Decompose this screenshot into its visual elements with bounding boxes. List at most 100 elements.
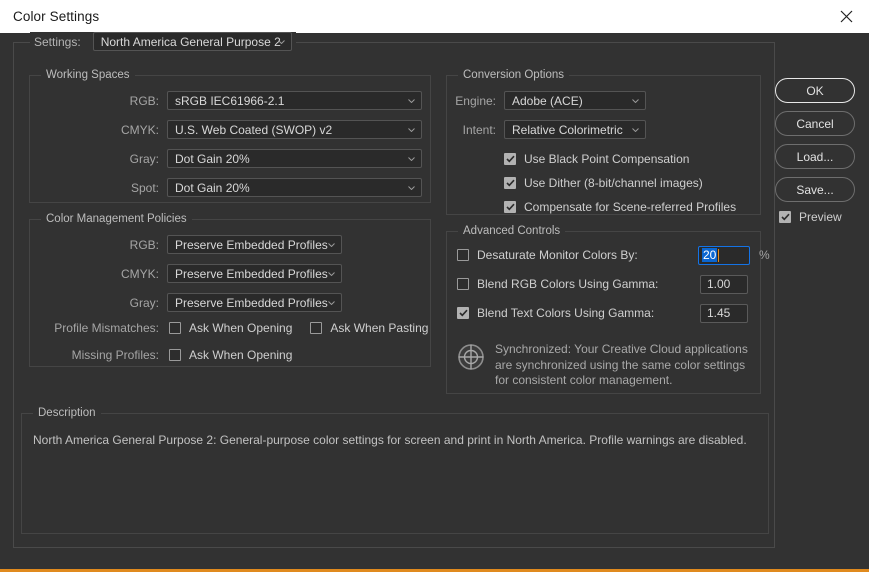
policy-value-gray: Preserve Embedded Profiles [175,295,328,310]
policy-row-gray: Gray: Preserve Embedded Profiles [30,293,430,312]
chevron-down-icon [328,300,335,305]
settings-preset-select[interactable]: North America General Purpose 2 [92,32,292,51]
dither-row: Use Dither (8-bit/channel images) [504,176,703,190]
checkbox-preview[interactable] [779,211,791,223]
chevron-down-icon [408,98,415,103]
scene-referred-row: Compensate for Scene-referred Profiles [504,200,736,214]
checkbox-compensate-scene-referred[interactable] [504,201,516,213]
settings-preset-row: Settings: North America General Purpose … [30,32,296,51]
policy-value-cmyk: Preserve Embedded Profiles [175,266,328,281]
ok-button[interactable]: OK [775,78,855,103]
input-blend-text-gamma-value: 1.45 [707,306,731,320]
working-space-value-spot: Dot Gain 20% [175,180,250,195]
working-spaces-group: Working Spaces RGB: sRGB IEC61966-2.1 CM… [29,69,431,203]
engine-value: Adobe (ACE) [512,93,583,108]
label-blend-rgb-gamma: Blend RGB Colors Using Gamma: [477,277,659,291]
engine-select[interactable]: Adobe (ACE) [504,91,646,110]
label-ask-when-pasting: Ask When Pasting [330,321,429,335]
label-blend-text-gamma: Blend Text Colors Using Gamma: [477,306,655,320]
working-space-label-gray: Gray: [129,151,159,166]
close-button[interactable] [823,0,869,33]
window-title: Color Settings [13,9,100,24]
settings-preset-value: North America General Purpose 2 [100,34,281,49]
profile-mismatches-row: Profile Mismatches: Ask When Opening Ask… [30,321,430,335]
desaturate-row: Desaturate Monitor Colors By: 20 % [457,245,770,265]
conversion-options-group: Conversion Options Engine: Adobe (ACE) I… [446,69,761,215]
engine-label: Engine: [455,93,496,108]
label-compensate-scene-referred: Compensate for Scene-referred Profiles [524,200,737,214]
profile-mismatches-label: Profile Mismatches: [54,321,159,335]
policy-select-rgb[interactable]: Preserve Embedded Profiles [167,235,342,254]
working-space-row-spot: Spot: Dot Gain 20% [30,178,430,197]
chevron-down-icon [328,242,335,247]
engine-row: Engine: Adobe (ACE) [447,91,760,110]
policy-row-cmyk: CMYK: Preserve Embedded Profiles [30,264,430,283]
label-use-dither: Use Dither (8-bit/channel images) [524,176,703,190]
working-space-value-cmyk: U.S. Web Coated (SWOP) v2 [175,122,333,137]
policy-row-rgb: RGB: Preserve Embedded Profiles [30,235,430,254]
settings-label: Settings: [30,34,85,49]
advanced-controls-legend: Advanced Controls [458,225,566,237]
dialog-body: Settings: North America General Purpose … [0,32,869,572]
button-column: OK Cancel Load... Save... Preview [775,78,855,224]
input-blend-rgb-gamma-value: 1.00 [707,277,731,291]
label-black-point-compensation: Use Black Point Compensation [524,152,690,166]
chevron-down-icon [632,98,639,103]
checkbox-desaturate-monitor-colors[interactable] [457,249,469,261]
save-button[interactable]: Save... [775,177,855,202]
policy-label-gray: Gray: [129,295,159,310]
label-ask-when-opening-missing: Ask When Opening [189,348,293,362]
missing-profiles-label: Missing Profiles: [71,348,159,362]
working-space-select-cmyk[interactable]: U.S. Web Coated (SWOP) v2 [167,120,422,139]
checkbox-blend-text-gamma[interactable] [457,307,469,319]
intent-select[interactable]: Relative Colorimetric [504,120,646,139]
text-cursor [718,248,720,262]
label-preview: Preview [799,210,842,224]
missing-profiles-row: Missing Profiles: Ask When Opening [30,348,430,362]
working-space-row-cmyk: CMYK: U.S. Web Coated (SWOP) v2 [30,120,430,139]
policy-select-gray[interactable]: Preserve Embedded Profiles [167,293,342,312]
policy-select-cmyk[interactable]: Preserve Embedded Profiles [167,264,342,283]
intent-value: Relative Colorimetric [512,122,623,137]
intent-label: Intent: [462,122,496,137]
cancel-button[interactable]: Cancel [775,111,855,136]
checkbox-use-dither[interactable] [504,177,516,189]
advanced-controls-group: Advanced Controls Desaturate Monitor Col… [446,225,770,394]
desaturate-unit: % [759,248,770,262]
input-desaturate-amount-value: 20 [702,248,718,262]
checkbox-ask-when-opening-missing[interactable] [169,349,181,361]
chevron-down-icon [408,156,415,161]
chevron-down-icon [408,127,415,132]
blend-rgb-row: Blend RGB Colors Using Gamma: 1.00 [457,274,753,294]
label-ask-when-opening-mismatch: Ask When Opening [189,321,293,335]
policy-value-rgb: Preserve Embedded Profiles [175,237,328,252]
load-button[interactable]: Load... [775,144,855,169]
sync-status-text: Synchronized: Your Creative Cloud applic… [495,342,748,387]
black-point-row: Use Black Point Compensation [504,152,689,166]
working-space-value-rgb: sRGB IEC61966-2.1 [175,93,285,108]
sync-status-note: Synchronized: Your Creative Cloud applic… [457,342,760,389]
working-space-row-gray: Gray: Dot Gain 20% [30,149,430,168]
conversion-options-legend: Conversion Options [458,69,569,81]
working-space-label-cmyk: CMYK: [120,122,159,137]
input-blend-rgb-gamma[interactable]: 1.00 [700,274,748,294]
input-blend-text-gamma[interactable]: 1.45 [700,303,748,323]
blend-text-row: Blend Text Colors Using Gamma: 1.45 [457,303,753,323]
sync-globe-icon [457,343,485,374]
working-space-select-spot[interactable]: Dot Gain 20% [167,178,422,197]
chevron-down-icon [632,127,639,132]
checkbox-blend-rgb-gamma[interactable] [457,278,469,290]
working-spaces-legend: Working Spaces [41,69,135,81]
description-text: North America General Purpose 2: General… [33,433,747,447]
description-group: Description North America General Purpos… [21,407,769,534]
working-space-select-gray[interactable]: Dot Gain 20% [167,149,422,168]
color-settings-dialog: Color Settings Settings: North America G… [0,0,869,572]
checkbox-ask-when-opening-mismatch[interactable] [169,322,181,334]
working-space-select-rgb[interactable]: sRGB IEC61966-2.1 [167,91,422,110]
checkbox-ask-when-pasting[interactable] [310,322,323,334]
description-legend: Description [33,407,101,419]
preview-row: Preview [779,210,855,224]
input-desaturate-amount[interactable]: 20 [698,245,750,265]
checkbox-black-point-compensation[interactable] [504,153,516,165]
settings-content-area: Settings: North America General Purpose … [13,32,775,548]
